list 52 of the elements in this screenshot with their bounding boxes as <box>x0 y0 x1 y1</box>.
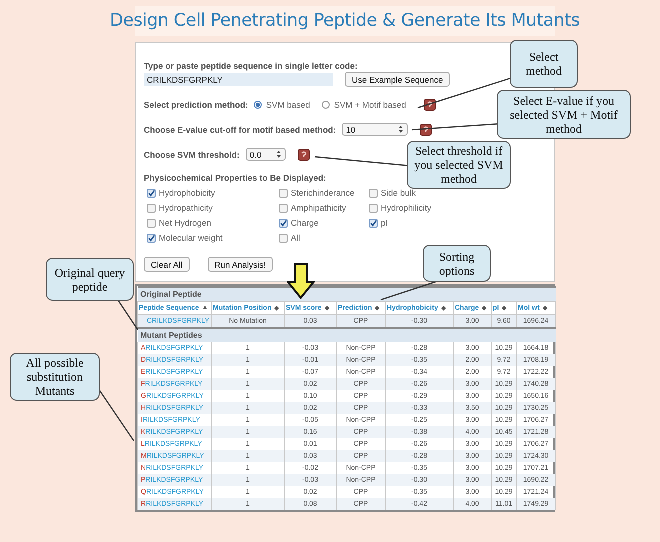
down-arrow <box>287 263 315 299</box>
help-icon[interactable] <box>298 148 310 160</box>
run-button[interactable]: Run Analysis! <box>208 257 274 272</box>
callout: Original query peptide <box>46 258 134 301</box>
checkbox[interactable] <box>147 188 156 198</box>
option-label: Hydrophobicity <box>159 188 216 198</box>
checkbox[interactable] <box>147 204 156 212</box>
option-label: All <box>291 233 300 243</box>
option-label: Molecular weight <box>159 233 223 243</box>
help-icon[interactable] <box>424 99 436 111</box>
help-icon[interactable] <box>420 124 432 136</box>
radio-button[interactable] <box>322 101 330 109</box>
section-heading: Mutant Peptides <box>138 328 556 342</box>
threshold-dropdown[interactable]: 0.0 <box>246 148 286 161</box>
option-label: SVM + Motif based <box>334 100 406 110</box>
option-label: Amphipathicity <box>291 203 346 213</box>
option-label: pI <box>381 218 388 228</box>
field-label: Select prediction method: <box>144 100 248 110</box>
checkbox[interactable] <box>147 218 156 228</box>
field-label: Physicochemical Properties to Be Displayed: <box>144 173 326 183</box>
callout: Select E-value if you selected SVM + Motif method <box>497 90 631 139</box>
evalue-dropdown[interactable]: 10 <box>342 123 408 136</box>
option-label: Hydrophilicity <box>381 203 432 213</box>
callout: Select threshold if you selected SVM method <box>407 141 511 189</box>
checkbox[interactable] <box>279 234 288 242</box>
checkbox[interactable] <box>369 204 378 212</box>
caret-icon <box>276 150 282 159</box>
clear-button[interactable]: Clear All <box>144 257 190 272</box>
leader-line <box>118 300 138 330</box>
field-label: Choose E-value cut-off for motif based method: <box>144 124 336 134</box>
option-label: Hydropathicity <box>159 203 213 213</box>
callout: All possible substitution Mutants <box>10 353 100 401</box>
checkbox[interactable] <box>279 218 288 228</box>
caret-icon <box>398 125 404 134</box>
section-heading: Original Peptide <box>138 287 556 302</box>
checkbox[interactable] <box>279 188 288 198</box>
sequence-field[interactable]: CRILKDSFGRPKLY <box>144 73 333 86</box>
example-button[interactable]: Use Example Sequence <box>345 72 450 87</box>
checkbox[interactable] <box>369 188 378 198</box>
checkbox[interactable] <box>279 204 288 212</box>
callout: Select method <box>510 40 578 88</box>
callout: Sorting options <box>423 245 491 282</box>
option-label: SVM based <box>266 100 310 110</box>
checkbox[interactable] <box>147 234 156 242</box>
option-label: Charge <box>291 218 319 228</box>
page-title: Design Cell Penetrating Peptide & Generate Its Mutants <box>110 11 580 31</box>
option-label: Side bulk <box>381 188 416 198</box>
checkbox[interactable] <box>369 218 378 228</box>
option-label: Sterichinderance <box>291 188 355 198</box>
option-label: Net Hydrogen <box>159 218 212 228</box>
field-label: Choose SVM threshold: <box>144 150 240 160</box>
radio-button[interactable] <box>254 101 262 109</box>
